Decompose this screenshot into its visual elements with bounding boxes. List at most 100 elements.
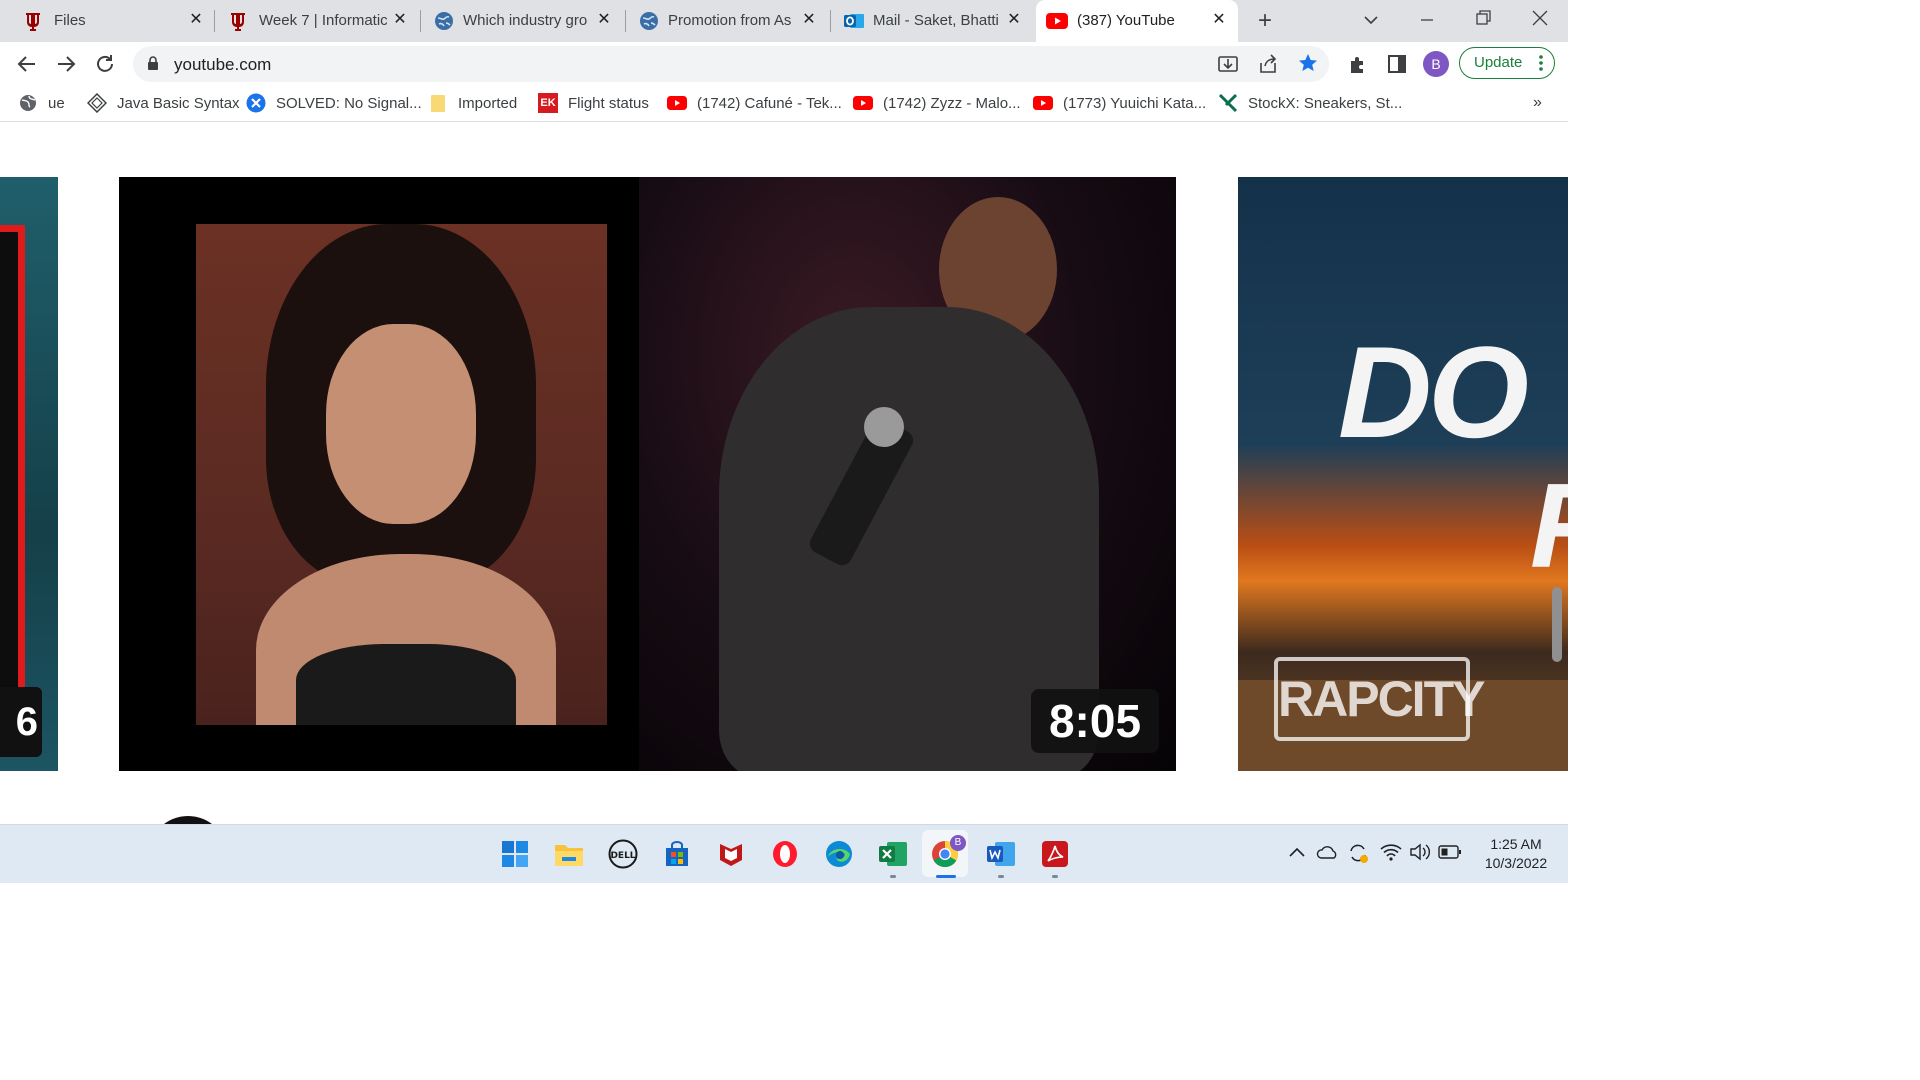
back-icon[interactable]	[12, 49, 42, 79]
bookmark-cafune[interactable]: (1742) Cafuné - Tek...	[667, 93, 842, 113]
reload-icon[interactable]	[90, 49, 120, 79]
bookmark-java[interactable]: Java Basic Syntax	[87, 93, 240, 113]
running-indicator	[1052, 875, 1058, 878]
tab-title: Which industry gro	[463, 12, 588, 29]
bookmarks-overflow-button[interactable]: »	[1533, 93, 1542, 113]
tab-files[interactable]: Files ✕	[12, 0, 212, 42]
mcafee-icon[interactable]	[715, 839, 747, 869]
iu-trident-icon	[227, 10, 249, 32]
stockx-icon	[1218, 93, 1238, 113]
chevron-up-icon[interactable]	[1288, 844, 1306, 865]
dell-icon[interactable]: DELL	[607, 839, 639, 869]
youtube-icon	[667, 93, 687, 113]
edge-icon[interactable]	[823, 839, 855, 869]
url-text[interactable]: youtube.com	[174, 55, 271, 75]
excel-icon[interactable]	[877, 839, 909, 869]
tab-separator	[625, 10, 626, 32]
bookmark-stockx[interactable]: StockX: Sneakers, St...	[1218, 93, 1402, 113]
side-panel-icon[interactable]	[1382, 49, 1412, 79]
clock[interactable]: 1:25 AM 10/3/2022	[1476, 835, 1556, 873]
thumbnail-title-text: DO	[1338, 319, 1529, 465]
globe-icon	[18, 93, 38, 113]
active-indicator	[936, 875, 956, 878]
close-icon[interactable]: ✕	[798, 9, 820, 31]
youtube-icon	[1046, 10, 1068, 32]
video-thumbnail-right[interactable]: DO F RAPCITY	[1238, 177, 1568, 771]
extensions-puzzle-icon[interactable]	[1343, 49, 1373, 79]
restore-icon[interactable]	[1472, 7, 1494, 29]
acrobat-icon[interactable]	[1039, 839, 1071, 869]
word-icon[interactable]	[985, 839, 1017, 869]
close-icon[interactable]: ✕	[185, 9, 207, 31]
video-thumbnail-main[interactable]: 8:05	[119, 177, 1176, 771]
duration-badge: 8:05	[1031, 689, 1159, 753]
bookmarks-bar: ue Java Basic Syntax SOLVED: No Signal..…	[0, 85, 1568, 122]
close-window-icon[interactable]	[1529, 7, 1551, 29]
blue-x-icon	[246, 93, 266, 113]
scrollbar-thumb[interactable]	[1552, 587, 1562, 662]
chrome-profile-badge: B	[950, 835, 966, 851]
minimize-icon[interactable]	[1416, 9, 1438, 31]
tab-industry[interactable]: Which industry gro ✕	[423, 0, 623, 42]
bookmark-zyzz[interactable]: (1742) Zyzz - Malo...	[853, 93, 1021, 113]
microsoft-store-icon[interactable]	[661, 839, 693, 869]
tab-search-chevron-icon[interactable]	[1360, 9, 1382, 31]
tab-title: Mail - Saket, Bhattip	[873, 12, 999, 29]
bookmark-label: SOLVED: No Signal...	[276, 94, 422, 112]
bookmark-label: Java Basic Syntax	[117, 94, 240, 112]
tab-mail[interactable]: Mail - Saket, Bhattip ✕	[833, 0, 1033, 42]
lock-icon[interactable]	[147, 56, 159, 76]
bookmark-label: (1742) Cafuné - Tek...	[697, 94, 842, 112]
close-icon[interactable]: ✕	[593, 9, 615, 31]
running-indicator	[890, 875, 896, 878]
tab-separator	[214, 10, 215, 32]
wifi-icon[interactable]	[1380, 842, 1402, 867]
battery-icon[interactable]	[1438, 844, 1462, 865]
address-bar[interactable]: youtube.com	[133, 46, 1329, 82]
tab-title: Files	[54, 12, 86, 29]
tab-youtube[interactable]: (387) YouTube ✕	[1036, 0, 1238, 42]
bookmark-label: Flight status	[568, 94, 649, 112]
update-label: Update	[1474, 54, 1523, 71]
dell-text: DELL	[610, 851, 635, 861]
bookmark-label: ue	[48, 94, 65, 112]
sync-icon[interactable]	[1346, 841, 1370, 870]
video-thumbnail-left[interactable]: 6	[0, 177, 58, 771]
thumbnail-photo-right	[639, 177, 1176, 771]
update-button[interactable]: Update	[1459, 47, 1555, 79]
bookmark-flight[interactable]: EK Flight status	[538, 93, 649, 113]
bookmark-label: (1773) Yuuichi Kata...	[1063, 94, 1207, 112]
tab-promotion[interactable]: Promotion from As ✕	[628, 0, 828, 42]
bookmark-yuuichi[interactable]: (1773) Yuuichi Kata...	[1033, 93, 1206, 113]
share-icon[interactable]	[1257, 53, 1279, 80]
windows-start-icon[interactable]	[499, 839, 531, 869]
microphone-head-shape	[864, 407, 904, 447]
close-icon[interactable]: ✕	[1208, 9, 1230, 31]
tab-title: Promotion from As	[668, 12, 792, 29]
tab-strip: Files ✕ Week 7 | Informatic ✕ Which indu…	[0, 0, 1568, 42]
close-icon[interactable]: ✕	[1003, 9, 1025, 31]
forward-icon[interactable]	[51, 49, 81, 79]
bookmark-label: StockX: Sneakers, St...	[1248, 94, 1403, 112]
bookmark-solved[interactable]: SOLVED: No Signal...	[246, 93, 422, 113]
ek-icon: EK	[538, 93, 558, 113]
globe-icon	[433, 10, 455, 32]
bookmark-ue[interactable]: ue	[18, 93, 65, 113]
install-app-icon[interactable]	[1217, 53, 1239, 80]
tab-week7[interactable]: Week 7 | Informatic ✕	[217, 0, 417, 42]
bookmark-label: Imported	[458, 94, 518, 112]
top-shape	[296, 644, 516, 725]
bookmark-imported[interactable]: Imported	[428, 93, 517, 113]
bookmark-star-icon[interactable]	[1297, 52, 1319, 79]
thumbnail-photo-left	[196, 224, 607, 725]
iu-trident-icon	[22, 10, 44, 32]
new-tab-button[interactable]: +	[1252, 8, 1278, 34]
volume-icon[interactable]	[1409, 842, 1431, 867]
onedrive-icon[interactable]	[1316, 843, 1340, 866]
youtube-icon	[853, 93, 873, 113]
youtube-content: 6 8:05 DO F RAPCITY	[0, 122, 1568, 856]
opera-icon[interactable]	[769, 839, 801, 869]
file-explorer-icon[interactable]	[553, 839, 585, 869]
profile-avatar[interactable]: B	[1423, 51, 1449, 77]
close-icon[interactable]: ✕	[389, 9, 411, 31]
